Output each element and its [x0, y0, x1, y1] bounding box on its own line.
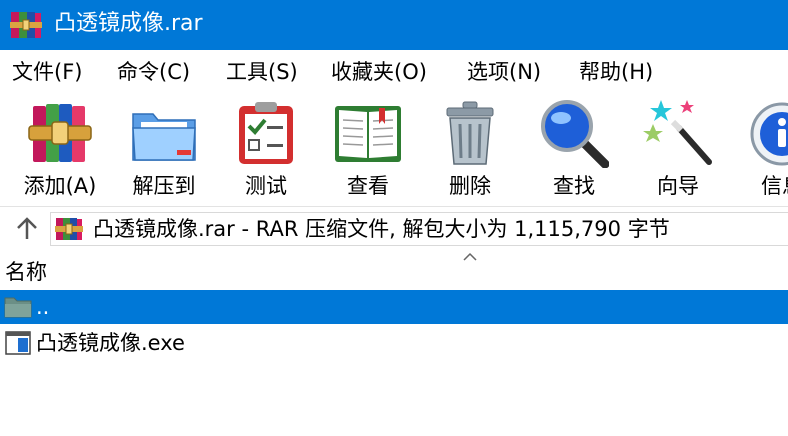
view-book-icon [335, 106, 401, 162]
toolbar: 添加(A) 解压到 测试 查看 删除 查找 向导 信 [0, 92, 788, 206]
menu-commands[interactable]: 命令(C) [117, 58, 190, 86]
extract-to-button[interactable]: 解压到 [119, 92, 209, 206]
info-button[interactable]: 信息 [740, 92, 788, 206]
wizard-button-label: 向导 [657, 174, 699, 198]
list-item-exe[interactable]: 凸透镜成像.exe [0, 326, 788, 360]
menu-tools[interactable]: 工具(S) [226, 58, 298, 86]
sort-ascending-icon [463, 252, 477, 261]
view-button[interactable]: 查看 [324, 92, 412, 206]
window-title: 凸透镜成像.rar [54, 11, 203, 36]
add-button-label: 添加(A) [23, 174, 97, 198]
wizard-wand-icon [643, 100, 712, 165]
test-button-label: 测试 [245, 174, 287, 198]
extract-folder-icon [132, 113, 196, 161]
arrow-up-icon [17, 217, 37, 239]
column-name[interactable]: 名称 [5, 258, 47, 286]
column-header: 名称 [0, 252, 788, 290]
exe-file-icon [5, 331, 31, 355]
menu-favorites[interactable]: 收藏夹(O) [331, 58, 427, 86]
list-item-name: .. [36, 295, 50, 319]
menu-options[interactable]: 选项(N) [467, 58, 541, 86]
magnifier-icon [541, 100, 609, 168]
find-button-label: 查找 [553, 174, 595, 198]
up-folder-button[interactable] [10, 214, 44, 244]
path-field[interactable]: 凸透镜成像.rar - RAR 压缩文件, 解包大小为 1,115,790 字节 [50, 212, 788, 246]
extract-to-button-label: 解压到 [132, 174, 196, 198]
toolbar-divider [0, 206, 788, 207]
info-button-label: 信息 [761, 174, 788, 198]
find-button[interactable]: 查找 [532, 92, 616, 206]
rar-archive-icon [55, 218, 83, 240]
list-item-name: 凸透镜成像.exe [36, 331, 185, 355]
test-clipboard-icon [239, 102, 293, 164]
add-button[interactable]: 添加(A) [14, 92, 106, 206]
info-icon [750, 102, 788, 166]
test-button[interactable]: 测试 [224, 92, 308, 206]
folder-icon [4, 297, 32, 318]
list-item-parent[interactable]: .. [0, 290, 788, 324]
trash-icon [446, 101, 494, 165]
menu-file[interactable]: 文件(F) [12, 58, 82, 86]
winrar-app-icon[interactable] [10, 10, 42, 40]
title-bar: 凸透镜成像.rar [0, 0, 788, 50]
menu-bar: 文件(F) 命令(C) 工具(S) 收藏夹(O) 选项(N) 帮助(H) [0, 50, 788, 92]
menu-help[interactable]: 帮助(H) [579, 58, 653, 86]
address-bar: 凸透镜成像.rar - RAR 压缩文件, 解包大小为 1,115,790 字节 [0, 208, 788, 250]
delete-button-label: 删除 [449, 174, 491, 198]
view-button-label: 查看 [347, 174, 389, 198]
add-archive-icon [28, 104, 92, 162]
archive-path-text: 凸透镜成像.rar - RAR 压缩文件, 解包大小为 1,115,790 字节 [93, 217, 670, 241]
wizard-button[interactable]: 向导 [636, 92, 720, 206]
delete-button[interactable]: 删除 [428, 92, 512, 206]
